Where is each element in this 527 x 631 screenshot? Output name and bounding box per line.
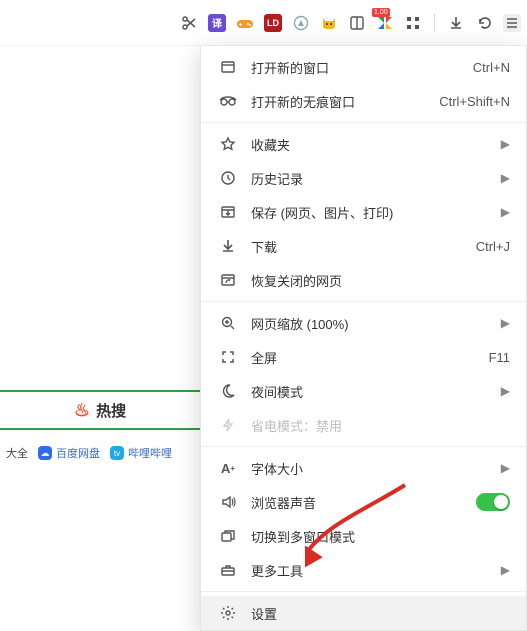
cat-icon[interactable] bbox=[320, 14, 338, 32]
bg-link-baidu[interactable]: ☁ 百度网盘 bbox=[38, 445, 100, 461]
hot-search-header: ♨ 热搜 bbox=[0, 390, 200, 430]
incognito-icon bbox=[219, 92, 237, 110]
multiwindow-icon bbox=[219, 527, 237, 545]
book-icon[interactable] bbox=[348, 14, 366, 32]
reopen-icon bbox=[219, 271, 237, 289]
menu-night[interactable]: 夜间模式 ▶ bbox=[201, 374, 526, 408]
bili-logo-icon: tv bbox=[110, 446, 124, 460]
menu-save-label: 保存 (网页、图片、打印) bbox=[251, 203, 393, 222]
menu-new-incognito-hotkey: Ctrl+Shift+N bbox=[439, 94, 510, 109]
menu-divider bbox=[201, 301, 526, 302]
menu-fontsize-label: 字体大小 bbox=[251, 459, 303, 478]
moon-icon bbox=[219, 382, 237, 400]
gear-icon bbox=[219, 604, 237, 622]
undo-icon[interactable] bbox=[475, 14, 493, 32]
flame-icon: ♨ bbox=[74, 400, 90, 421]
menu-fullscreen-hotkey: F11 bbox=[489, 350, 510, 365]
bg-link-baidu-label: 百度网盘 bbox=[56, 445, 100, 461]
gamepad-icon[interactable] bbox=[236, 14, 254, 32]
menu-fontsize[interactable]: A+ 字体大小 ▶ bbox=[201, 451, 526, 485]
toolbar-separator bbox=[434, 14, 435, 32]
menu-divider bbox=[201, 122, 526, 123]
menu-new-window[interactable]: 打开新的窗口 Ctrl+N bbox=[201, 50, 526, 84]
window-icon bbox=[219, 58, 237, 76]
chevron-right-icon: ▶ bbox=[501, 171, 510, 185]
bg-link-bilibili[interactable]: tv 哔哩哔哩 bbox=[110, 445, 172, 461]
menu-new-incognito-label: 打开新的无痕窗口 bbox=[251, 92, 355, 111]
sound-toggle-on[interactable] bbox=[476, 493, 510, 511]
menu-favorites[interactable]: 收藏夹 ▶ bbox=[201, 127, 526, 161]
save-icon bbox=[219, 203, 237, 221]
menu-downloads[interactable]: 下载 Ctrl+J bbox=[201, 229, 526, 263]
main-menu-dropdown: 打开新的窗口 Ctrl+N 打开新的无痕窗口 Ctrl+Shift+N 收藏夹 … bbox=[200, 46, 527, 631]
shop-icon[interactable]: 1.00 bbox=[376, 14, 394, 32]
menu-icon[interactable] bbox=[503, 14, 521, 32]
scissors-icon[interactable] bbox=[180, 14, 198, 32]
menu-divider bbox=[201, 446, 526, 447]
chevron-right-icon: ▶ bbox=[501, 461, 510, 475]
menu-new-window-hotkey: Ctrl+N bbox=[473, 60, 510, 75]
power-icon bbox=[219, 416, 237, 434]
menu-history-label: 历史记录 bbox=[251, 169, 303, 188]
menu-multiwindow[interactable]: 切换到多窗口模式 bbox=[201, 519, 526, 553]
download-icon bbox=[219, 237, 237, 255]
menu-save[interactable]: 保存 (网页、图片、打印) ▶ bbox=[201, 195, 526, 229]
chevron-right-icon: ▶ bbox=[501, 137, 510, 151]
shop-badge: 1.00 bbox=[372, 8, 390, 17]
menu-more-tools-label: 更多工具 bbox=[251, 561, 303, 580]
menu-downloads-label: 下载 bbox=[251, 237, 277, 256]
browser-toolbar: 译 LD 1.00 bbox=[0, 0, 527, 46]
menu-more-tools[interactable]: 更多工具 ▶ bbox=[201, 553, 526, 587]
hot-search-label: 热搜 bbox=[96, 400, 126, 421]
menu-favorites-label: 收藏夹 bbox=[251, 135, 290, 154]
menu-zoom-label: 网页缩放 (100%) bbox=[251, 314, 349, 333]
menu-fullscreen[interactable]: 全屏 F11 bbox=[201, 340, 526, 374]
translate-icon[interactable]: 译 bbox=[208, 14, 226, 32]
menu-new-incognito[interactable]: 打开新的无痕窗口 Ctrl+Shift+N bbox=[201, 84, 526, 118]
chevron-right-icon: ▶ bbox=[501, 205, 510, 219]
zoom-icon bbox=[219, 314, 237, 332]
menu-browser-sound[interactable]: 浏览器声音 bbox=[201, 485, 526, 519]
apps-icon[interactable] bbox=[404, 14, 422, 32]
bg-link-bilibili-label: 哔哩哔哩 bbox=[128, 445, 172, 461]
menu-settings[interactable]: 设置 bbox=[201, 596, 526, 630]
fullscreen-icon bbox=[219, 348, 237, 366]
menu-downloads-hotkey: Ctrl+J bbox=[476, 239, 510, 254]
adblock-icon[interactable]: LD bbox=[264, 14, 282, 32]
chevron-right-icon: ▶ bbox=[501, 316, 510, 330]
menu-reopen-closed[interactable]: 恢复关闭的网页 bbox=[201, 263, 526, 297]
menu-divider bbox=[201, 591, 526, 592]
menu-settings-label: 设置 bbox=[251, 604, 277, 623]
menu-power-label: 省电模式：禁用 bbox=[251, 416, 342, 435]
clock-icon bbox=[219, 169, 237, 187]
download-icon[interactable] bbox=[447, 14, 465, 32]
speaker-icon bbox=[219, 493, 237, 511]
menu-night-label: 夜间模式 bbox=[251, 382, 303, 401]
compass-icon[interactable] bbox=[292, 14, 310, 32]
bg-link-daquan[interactable]: 大全 bbox=[6, 445, 28, 461]
chevron-right-icon: ▶ bbox=[501, 563, 510, 577]
chevron-right-icon: ▶ bbox=[501, 384, 510, 398]
menu-history[interactable]: 历史记录 ▶ bbox=[201, 161, 526, 195]
menu-power-save: 省电模式：禁用 bbox=[201, 408, 526, 442]
baidu-logo-icon: ☁ bbox=[38, 446, 52, 460]
bg-link-row: 大全 ☁ 百度网盘 tv 哔哩哔哩 bbox=[0, 445, 200, 461]
menu-reopen-closed-label: 恢复关闭的网页 bbox=[251, 271, 342, 290]
menu-fullscreen-label: 全屏 bbox=[251, 348, 277, 367]
menu-sound-label: 浏览器声音 bbox=[251, 493, 316, 512]
fontsize-icon: A+ bbox=[219, 459, 237, 477]
toolbox-icon bbox=[219, 561, 237, 579]
menu-zoom[interactable]: 网页缩放 (100%) ▶ bbox=[201, 306, 526, 340]
menu-new-window-label: 打开新的窗口 bbox=[251, 58, 329, 77]
menu-multiwindow-label: 切换到多窗口模式 bbox=[251, 527, 355, 546]
star-icon bbox=[219, 135, 237, 153]
